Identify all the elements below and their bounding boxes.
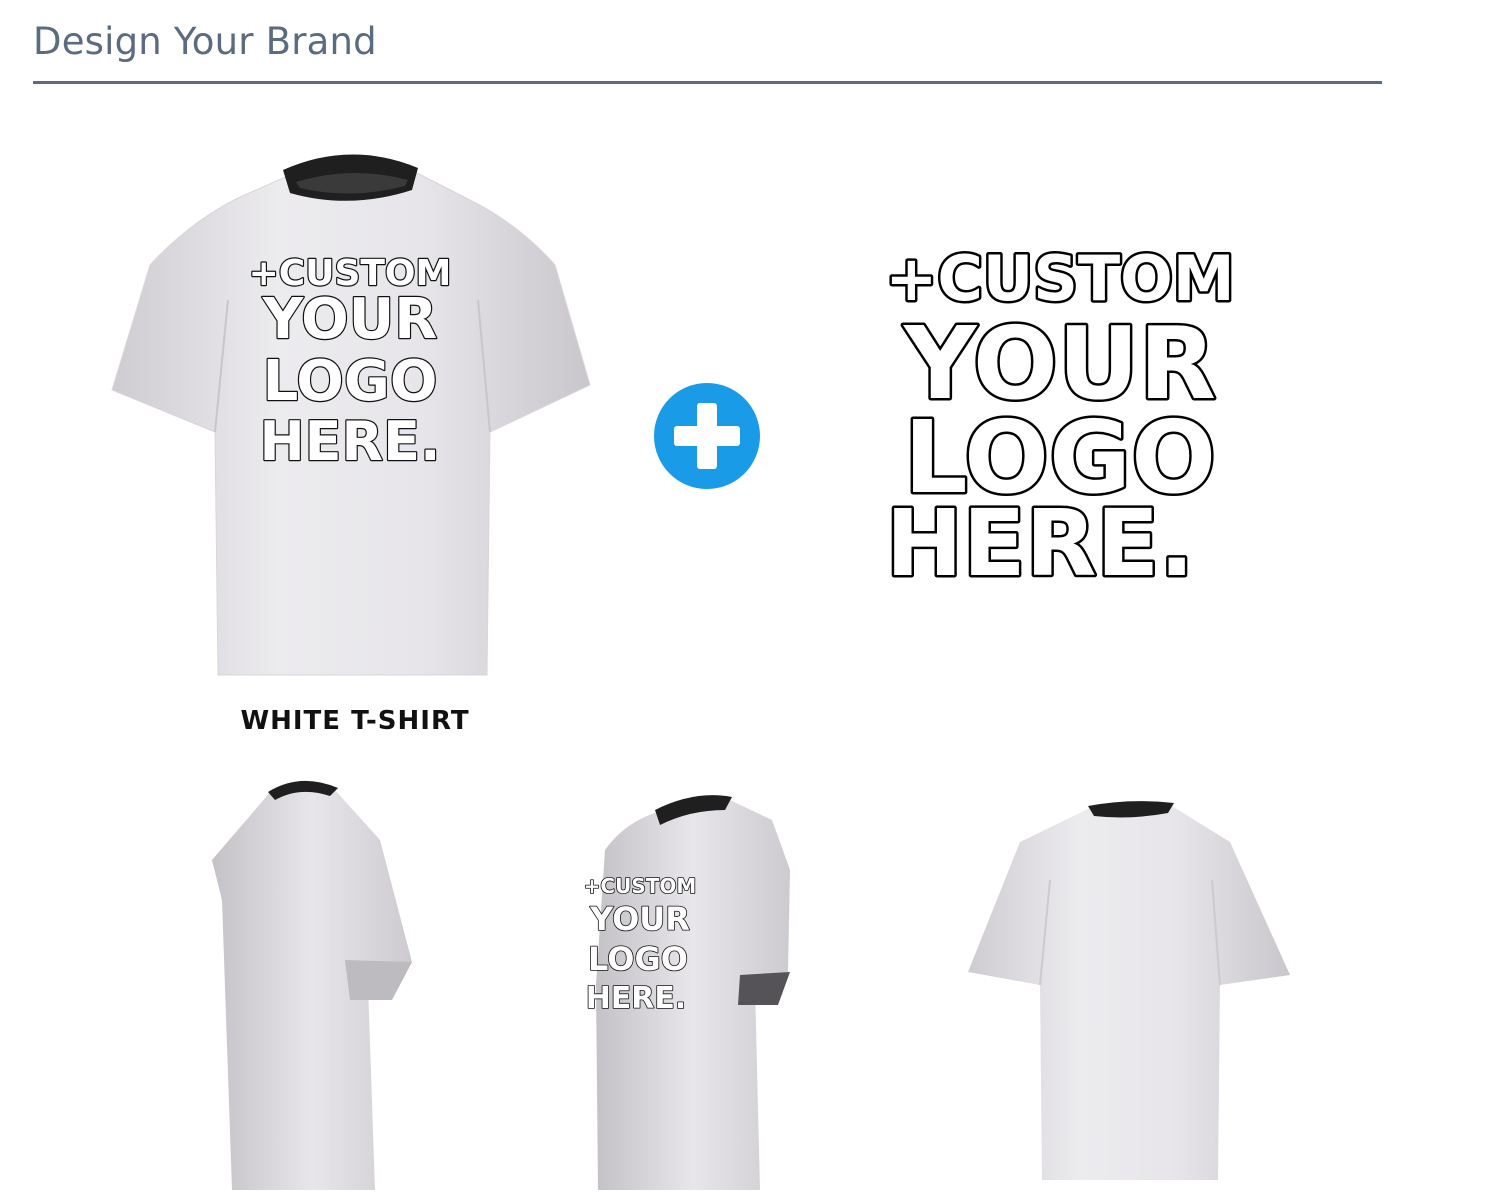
svg-text:LOGO: LOGO xyxy=(263,349,438,414)
product-gallery: +CUSTOM YOUR LOGO HERE. +CUSTOM YOUR LOG… xyxy=(111,154,1290,1190)
product-label: WHITE T-SHIRT xyxy=(240,706,470,736)
svg-text:YOUR: YOUR xyxy=(262,287,438,352)
logo-artwork[interactable]: +CUSTOM YOUR LOGO HERE. xyxy=(883,240,1237,600)
svg-text:YOUR: YOUR xyxy=(589,900,690,938)
svg-text:HERE.: HERE. xyxy=(259,410,440,473)
plus-circle-icon[interactable] xyxy=(654,383,760,489)
svg-text:HERE.: HERE. xyxy=(886,490,1194,597)
svg-text:HERE.: HERE. xyxy=(586,981,687,1016)
angled-shirt-print: +CUSTOM YOUR LOGO HERE. xyxy=(583,873,697,1017)
angled-shirt-image[interactable]: +CUSTOM YOUR LOGO HERE. xyxy=(583,795,790,1190)
front-shirt-image[interactable]: +CUSTOM YOUR LOGO HERE. xyxy=(111,154,591,676)
svg-text:+CUSTOM: +CUSTOM xyxy=(584,874,697,898)
svg-text:LOGO: LOGO xyxy=(588,940,688,978)
side-shirt-image[interactable] xyxy=(212,780,412,1190)
back-shirt-image[interactable] xyxy=(968,801,1290,1180)
shirt-print: +CUSTOM YOUR LOGO HERE. xyxy=(247,252,452,474)
